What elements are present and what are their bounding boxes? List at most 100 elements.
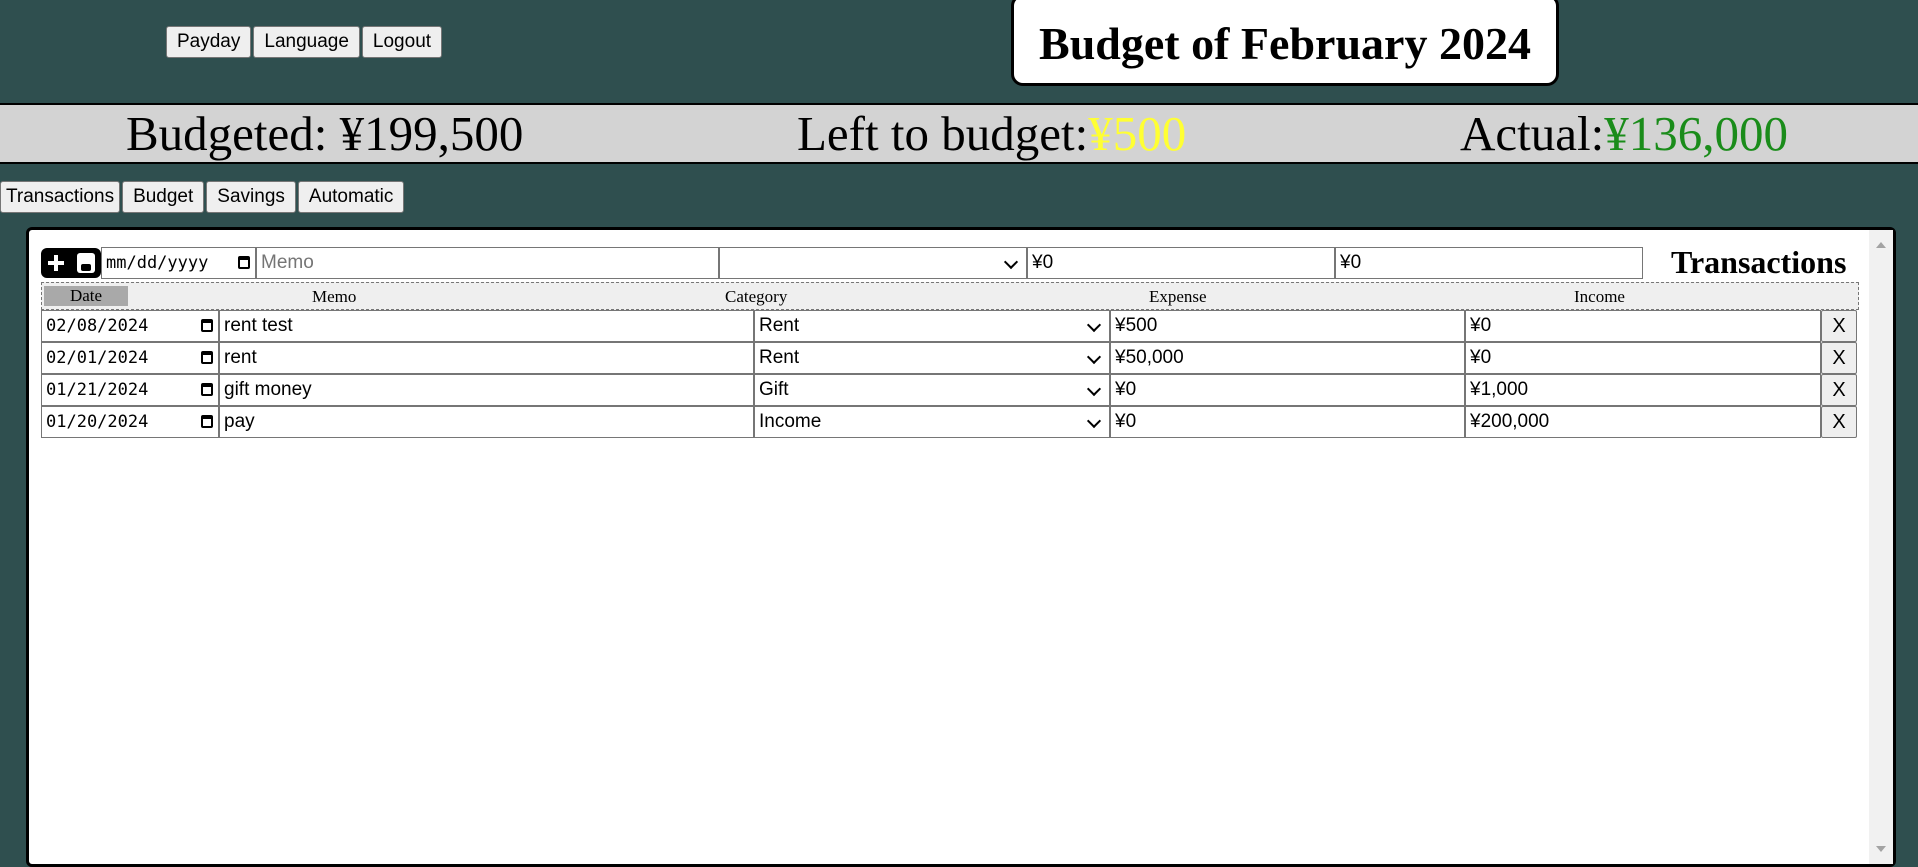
row-expense-input[interactable]: ¥0 — [1110, 374, 1465, 406]
row-date: 02/01/2024 — [46, 348, 149, 368]
row-category: Income — [759, 411, 822, 432]
new-date-input[interactable]: mm/dd/yyyy — [101, 247, 256, 279]
row-income-input[interactable]: ¥200,000 — [1465, 406, 1821, 438]
table-header: Date Memo Category Expense Income — [41, 282, 1859, 310]
row-memo-input[interactable]: pay — [219, 406, 754, 438]
row-category-select[interactable]: Gift — [754, 374, 1110, 406]
row-memo: gift money — [224, 379, 312, 400]
row-income: ¥0 — [1470, 347, 1492, 368]
transactions-panel: mm/dd/yyyy Memo ¥0 ¥0 Transactions Date … — [26, 227, 1896, 867]
header-category: Category — [725, 287, 788, 306]
new-transaction-row: mm/dd/yyyy Memo ¥0 ¥0 — [41, 247, 1643, 279]
table-row: 02/08/2024 rent test Rent ¥500 ¥0 X — [41, 310, 1859, 342]
row-date-input[interactable]: 01/20/2024 — [41, 406, 219, 438]
actual-label: Actual: — [1460, 106, 1605, 161]
calendar-icon[interactable] — [201, 383, 213, 396]
floppy-disk-icon — [77, 253, 95, 273]
chevron-down-icon — [1003, 254, 1019, 270]
new-income-input[interactable]: ¥0 — [1335, 247, 1643, 279]
actual-value: ¥136,000 — [1604, 106, 1788, 161]
tab-transactions[interactable]: Transactions — [0, 181, 121, 213]
calendar-icon[interactable] — [238, 256, 250, 269]
row-memo: rent test — [224, 315, 293, 336]
save-transaction-button[interactable] — [71, 248, 101, 278]
calendar-icon[interactable] — [201, 319, 213, 332]
tab-automatic[interactable]: Automatic — [297, 181, 405, 213]
row-date-input[interactable]: 02/01/2024 — [41, 342, 219, 374]
delete-row-button[interactable]: X — [1821, 406, 1857, 438]
header-memo: Memo — [312, 287, 357, 306]
expense-value: ¥0 — [1032, 252, 1054, 273]
page-title-box: Budget of February 2024 — [1011, 0, 1559, 86]
row-date: 02/08/2024 — [46, 316, 149, 336]
actual-summary: Actual:¥136,000 — [1460, 108, 1788, 160]
row-income: ¥200,000 — [1470, 411, 1550, 432]
row-expense: ¥50,000 — [1115, 347, 1184, 368]
budgeted-value: ¥199,500 — [339, 106, 524, 161]
row-expense-input[interactable]: ¥50,000 — [1110, 342, 1465, 374]
table-row: 01/20/2024 pay Income ¥0 ¥200,000 X — [41, 406, 1859, 438]
delete-row-button[interactable]: X — [1821, 310, 1857, 342]
calendar-icon[interactable] — [201, 415, 213, 428]
row-memo: rent — [224, 347, 257, 368]
delete-row-button[interactable]: X — [1821, 342, 1857, 374]
page-title: Budget of February 2024 — [1039, 17, 1531, 69]
budgeted-summary: Budgeted: ¥199,500 — [126, 108, 523, 160]
left-to-budget-summary: Left to budget:¥500 — [797, 108, 1186, 160]
memo-placeholder: Memo — [261, 252, 314, 273]
row-category: Rent — [759, 347, 800, 368]
delete-row-button[interactable]: X — [1821, 374, 1857, 406]
row-memo-input[interactable]: rent — [219, 342, 754, 374]
row-expense-input[interactable]: ¥0 — [1110, 406, 1465, 438]
tab-budget[interactable]: Budget — [122, 181, 205, 213]
chevron-down-icon — [1086, 317, 1102, 333]
row-expense-input[interactable]: ¥500 — [1110, 310, 1465, 342]
chevron-down-icon — [1086, 349, 1102, 365]
row-category-select[interactable]: Rent — [754, 342, 1110, 374]
new-memo-input[interactable]: Memo — [256, 247, 719, 279]
row-memo-input[interactable]: rent test — [219, 310, 754, 342]
chevron-down-icon — [1086, 381, 1102, 397]
row-category: Rent — [759, 315, 800, 336]
row-expense: ¥0 — [1115, 379, 1137, 400]
top-nav: Payday Language Logout — [166, 26, 443, 58]
row-category-select[interactable]: Rent — [754, 310, 1110, 342]
transactions-table: Date Memo Category Expense Income 02/08/… — [41, 282, 1859, 438]
left-to-budget-label: Left to budget: — [797, 106, 1089, 161]
row-category-select[interactable]: Income — [754, 406, 1110, 438]
plus-icon — [48, 255, 64, 271]
row-date: 01/21/2024 — [46, 380, 149, 400]
row-date-input[interactable]: 01/21/2024 — [41, 374, 219, 406]
language-button[interactable]: Language — [253, 26, 360, 58]
row-memo: pay — [224, 411, 255, 432]
row-expense: ¥500 — [1115, 315, 1158, 336]
row-income: ¥1,000 — [1470, 379, 1529, 400]
row-income-input[interactable]: ¥1,000 — [1465, 374, 1821, 406]
new-expense-input[interactable]: ¥0 — [1027, 247, 1335, 279]
add-transaction-button[interactable] — [41, 248, 71, 278]
header-date[interactable]: Date — [44, 286, 128, 306]
row-income-input[interactable]: ¥0 — [1465, 310, 1821, 342]
left-to-budget-value: ¥500 — [1088, 106, 1187, 161]
panel-scrollbar[interactable] — [1869, 230, 1893, 864]
payday-button[interactable]: Payday — [166, 26, 252, 58]
section-tabs: Transactions Budget Savings Automatic — [0, 181, 405, 213]
row-income: ¥0 — [1470, 315, 1492, 336]
header-income: Income — [1574, 287, 1625, 306]
row-date: 01/20/2024 — [46, 412, 149, 432]
panel-title: Transactions — [1671, 244, 1847, 280]
logout-button[interactable]: Logout — [361, 26, 443, 58]
calendar-icon[interactable] — [201, 351, 213, 364]
income-value: ¥0 — [1340, 252, 1362, 273]
tab-savings[interactable]: Savings — [206, 181, 296, 213]
row-expense: ¥0 — [1115, 411, 1137, 432]
row-income-input[interactable]: ¥0 — [1465, 342, 1821, 374]
scroll-up-arrow-icon[interactable] — [1876, 242, 1886, 248]
date-placeholder: mm/dd/yyyy — [106, 253, 209, 273]
row-memo-input[interactable]: gift money — [219, 374, 754, 406]
budgeted-label: Budgeted: — [126, 106, 328, 161]
table-row: 01/21/2024 gift money Gift ¥0 ¥1,000 X — [41, 374, 1859, 406]
new-category-select[interactable] — [719, 247, 1027, 279]
row-category: Gift — [759, 379, 789, 400]
row-date-input[interactable]: 02/08/2024 — [41, 310, 219, 342]
